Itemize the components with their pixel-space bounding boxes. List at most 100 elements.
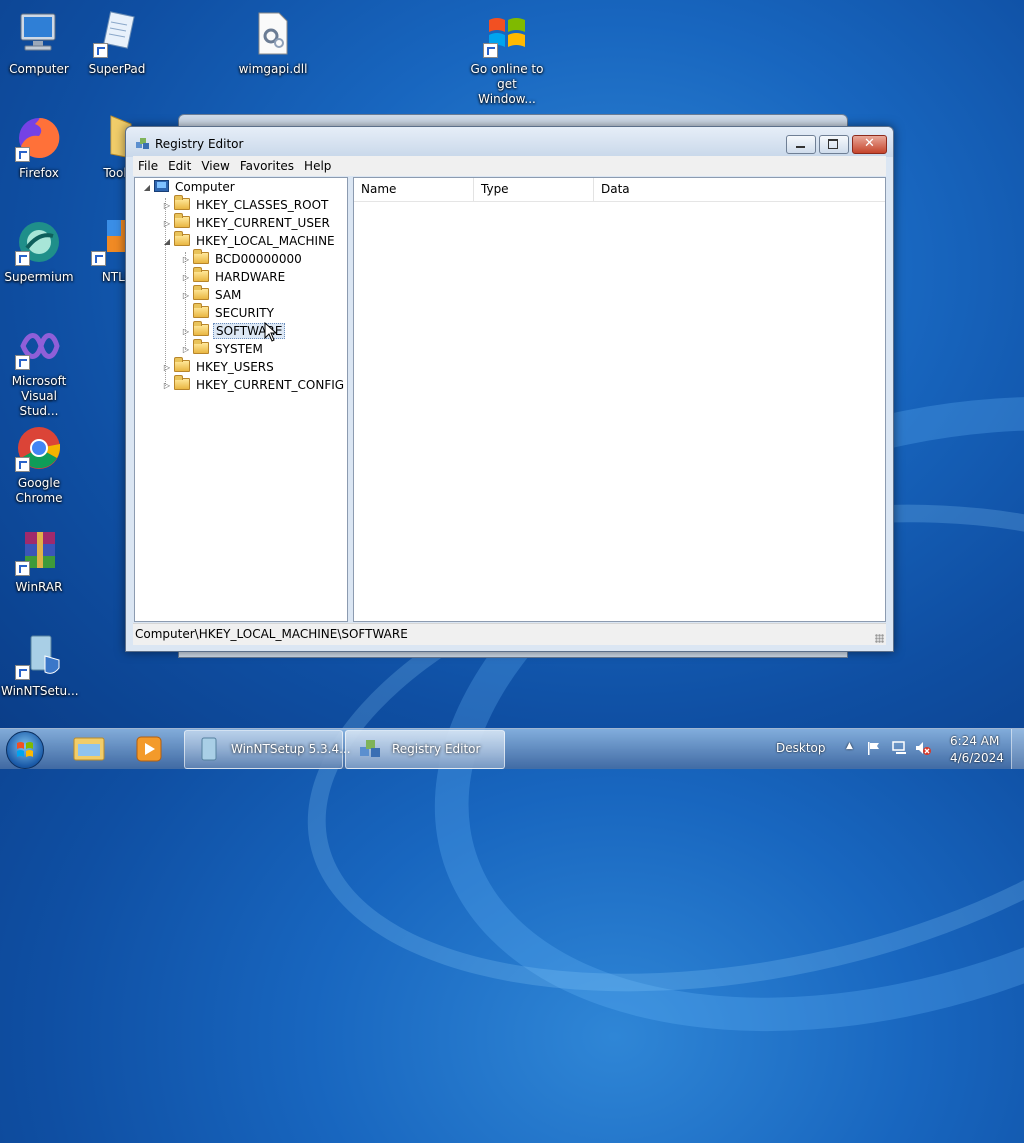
menu-edit[interactable]: Edit [163,156,196,176]
windows-logo-icon [483,10,531,58]
supermium-icon [15,218,63,266]
desktop-icon-visual-studio[interactable]: Microsoft Visual Stud... [1,322,77,419]
action-center-flag-icon[interactable] [866,740,882,759]
tree-node-hkey-local-machine[interactable]: ◢ HKEY_LOCAL_MACHINE [163,231,337,251]
expand-arrow-icon[interactable]: ▷ [182,341,190,359]
status-path: Computer\HKEY_LOCAL_MACHINE\SOFTWARE [135,627,408,641]
winrar-icon [15,528,63,576]
desktop-icon-firefox[interactable]: Firefox [1,114,77,181]
tree-node-hkey-users[interactable]: ▷ HKEY_USERS [163,357,276,377]
dll-file-icon [249,10,297,58]
shortcut-arrow-icon [15,355,30,370]
registry-tree-pane[interactable]: ◢ Computer ▷ HKEY_CLASSES_ROOT ▷ HKEY_CURRE… [134,177,348,622]
desktop-icon-label: WinRAR [15,580,63,594]
pinned-media-player[interactable] [124,732,174,766]
collapse-arrow-icon[interactable]: ◢ [163,233,171,251]
maximize-button[interactable] [819,135,849,154]
taskbar: WinNTSetup 5.3.4... Registry Editor Desk… [0,728,1024,769]
expand-arrow-icon[interactable]: ▷ [163,215,171,233]
tree-node-bcd[interactable]: ▷ BCD00000000 [182,249,304,269]
close-icon: ✕ [864,136,875,151]
desktop-icon-label: Supermium [4,270,74,284]
registry-editor-window[interactable]: Registry Editor ✕ File Edit View Favorites H… [125,126,894,652]
desktop-icon-label: SuperPad [88,62,146,76]
taskbar-button-registry-editor[interactable]: Registry Editor [345,730,505,769]
minimize-button[interactable] [786,135,816,154]
shortcut-arrow-icon [15,251,30,266]
folder-icon [193,267,209,282]
desktop-icon-winrar[interactable]: WinRAR [1,528,77,595]
show-desktop-button[interactable] [1011,729,1024,769]
start-button[interactable] [6,731,44,769]
file-explorer-icon [73,737,105,761]
show-hidden-icons-icon[interactable]: ▲ [846,741,853,751]
taskbar-button-winntsetup[interactable]: WinNTSetup 5.3.4... [184,730,351,769]
volume-muted-icon[interactable] [914,740,932,759]
registry-editor-icon [358,737,382,761]
tree-node-sam[interactable]: ▷ SAM [182,285,243,305]
desktop-icon-winntsetup[interactable]: WinNTSetu... [1,632,79,699]
folder-icon [193,249,209,264]
desktop-icon-go-online[interactable]: Go online to get Window... [468,10,546,107]
menu-bar: File Edit View Favorites Help [133,156,886,176]
tree-node-hkey-classes-root[interactable]: ▷ HKEY_CLASSES_ROOT [163,195,330,215]
expand-arrow-icon[interactable]: ▷ [163,359,171,377]
shortcut-arrow-icon [15,561,30,576]
desktop-icon-chrome[interactable]: Google Chrome [1,424,77,506]
collapse-arrow-icon[interactable]: ◢ [143,179,151,197]
window-title: Registry Editor [155,137,244,151]
expand-arrow-icon[interactable]: ▷ [163,197,171,215]
folder-icon [174,195,190,210]
expand-arrow-icon[interactable]: ▷ [182,287,190,305]
shortcut-arrow-icon [15,665,30,680]
desktop-toolbar-label[interactable]: Desktop [776,741,826,755]
desktop-icon-label: Google Chrome [15,476,63,505]
menu-help[interactable]: Help [299,156,336,176]
menu-view[interactable]: View [196,156,234,176]
title-bar[interactable]: Registry Editor ✕ [126,127,893,157]
column-header-data[interactable]: Data [594,178,885,201]
desktop-icon-computer[interactable]: Computer [1,10,77,77]
tree-node-system[interactable]: ▷ SYSTEM [182,339,265,359]
computer-icon [15,10,63,58]
values-list-pane[interactable]: Name Type Data [353,177,886,622]
folder-icon [174,231,190,246]
folder-icon [193,339,209,354]
desktop-icon-label: WinNTSetu... [1,684,79,698]
desktop-icon-supermium[interactable]: Supermium [1,218,77,285]
folder-icon [193,285,209,300]
tree-node-hkey-current-config[interactable]: ▷ HKEY_CURRENT_CONFIG [163,375,346,395]
tree-node-hkey-current-user[interactable]: ▷ HKEY_CURRENT_USER [163,213,332,233]
network-icon[interactable] [891,740,909,759]
notepad-icon [93,10,141,58]
shortcut-arrow-icon [483,43,498,58]
resize-grip-icon[interactable] [875,634,884,643]
expand-arrow-icon[interactable]: ▷ [182,269,190,287]
status-bar: Computer\HKEY_LOCAL_MACHINE\SOFTWARE [133,623,886,645]
expand-arrow-icon[interactable]: ▷ [182,251,190,269]
maximize-icon [828,139,838,149]
column-header-type[interactable]: Type [474,178,594,201]
clock-date[interactable]: 4/6/2024 [950,751,1004,765]
windows-logo-icon [17,742,33,757]
desktop-icon-label: Microsoft Visual Stud... [11,374,67,418]
tree-node-computer[interactable]: ◢ Computer [143,178,237,196]
desktop-icon-wimgapi[interactable]: wimgapi.dll [235,10,311,77]
folder-icon [193,321,209,336]
menu-file[interactable]: File [133,156,163,176]
expand-arrow-icon[interactable]: ▷ [182,323,190,341]
desktop-icon-label: Computer [9,62,69,76]
shortcut-arrow-icon [91,251,106,266]
shortcut-arrow-icon [93,43,108,58]
menu-favorites[interactable]: Favorites [235,156,299,176]
pinned-explorer[interactable] [64,732,114,766]
tree-node-hardware[interactable]: ▷ HARDWARE [182,267,287,287]
tree-node-security[interactable]: SECURITY [182,303,276,322]
shortcut-arrow-icon [15,457,30,472]
column-header-name[interactable]: Name [354,178,474,201]
clock-time[interactable]: 6:24 AM [950,734,999,748]
expand-arrow-icon[interactable]: ▷ [163,377,171,395]
close-button[interactable]: ✕ [852,135,887,154]
desktop-icon-superpad[interactable]: SuperPad [79,10,155,77]
minimize-icon [796,146,805,148]
